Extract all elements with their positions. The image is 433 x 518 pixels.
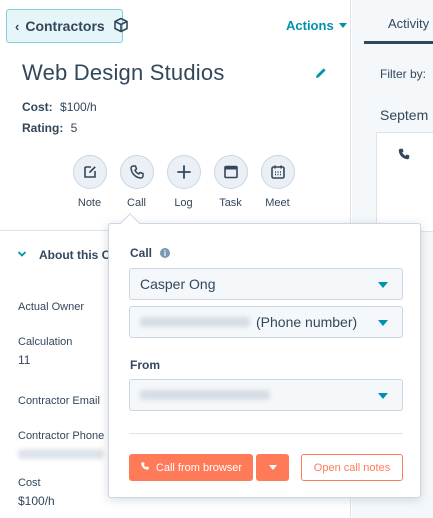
- call-popover: Call i Casper Ong (Phone number) From Ca…: [108, 223, 421, 498]
- from-label-text: From: [130, 358, 160, 372]
- pencil-edit-icon[interactable]: [315, 66, 327, 84]
- call-label: Call: [127, 197, 146, 209]
- field-label-contractor-email: Contractor Email: [18, 395, 100, 407]
- caret-down-icon: [378, 393, 388, 399]
- phone-icon: [397, 147, 411, 166]
- field-label-contractor-phone: Contractor Phone N: [18, 430, 116, 442]
- task-button[interactable]: Task: [207, 155, 254, 209]
- activity-buttons: Note Call Log Task Meet: [66, 155, 301, 209]
- rating-label: Rating:: [22, 121, 64, 135]
- record-title: Web Design Studios: [22, 60, 225, 85]
- phone-icon: [119, 155, 154, 189]
- field-value-cost: $100/h: [18, 494, 55, 508]
- redacted-from-number: [140, 390, 270, 400]
- note-icon: [72, 155, 107, 189]
- contact-select[interactable]: Casper Ong: [129, 268, 403, 300]
- activity-card[interactable]: [376, 132, 433, 232]
- call-from-browser-label: Call from browser: [155, 461, 243, 474]
- filter-label: Filter by:: [380, 67, 427, 81]
- field-label-calculation: Calculation: [18, 336, 73, 348]
- meet-label: Meet: [265, 197, 290, 209]
- chevron-left-icon: ‹: [15, 18, 20, 34]
- field-label-actual-owner: Actual Owner: [18, 301, 85, 313]
- meet-button[interactable]: Meet: [254, 155, 301, 209]
- phone-type-label: (Phone number): [256, 314, 358, 330]
- caret-down-icon: [378, 282, 388, 288]
- back-to-contractors-button[interactable]: ‹ Contractors: [6, 9, 128, 43]
- chevron-down-icon: [17, 249, 27, 261]
- contact-select-value: Casper Ong: [140, 276, 216, 292]
- month-heading: Septem: [380, 107, 429, 123]
- rating-value: 5: [70, 121, 78, 135]
- note-label: Note: [77, 197, 102, 209]
- from-number-select[interactable]: [129, 379, 403, 411]
- plus-icon: [166, 155, 201, 189]
- call-button[interactable]: Call: [113, 155, 160, 209]
- call-options-dropdown[interactable]: [256, 454, 289, 481]
- caret-down-icon: [378, 320, 388, 326]
- rating-property: Rating: 5: [22, 121, 77, 135]
- actions-dropdown[interactable]: Actions: [286, 18, 347, 33]
- back-button-label: Contractors: [25, 18, 105, 34]
- call-from-browser-button[interactable]: Call from browser: [129, 454, 253, 481]
- call-label-text: Call: [130, 246, 153, 260]
- popover-divider: [129, 433, 403, 434]
- cost-label: Cost:: [22, 100, 53, 114]
- call-section-label: Call i: [130, 246, 171, 260]
- phone-icon: [140, 461, 150, 474]
- log-button[interactable]: Log: [160, 155, 207, 209]
- caret-down-icon: [338, 23, 347, 28]
- calendar-icon: [260, 155, 295, 189]
- redacted-phone-number: [140, 317, 250, 327]
- actions-label: Actions: [286, 18, 334, 33]
- note-button[interactable]: Note: [66, 155, 113, 209]
- redacted-phone-value: [18, 449, 104, 459]
- about-section-toggle[interactable]: About this Co: [17, 248, 118, 262]
- phone-number-select[interactable]: (Phone number): [129, 306, 403, 338]
- caret-down-icon: [268, 465, 277, 470]
- about-heading: About this Co: [39, 248, 118, 262]
- task-icon: [213, 155, 248, 189]
- field-label-cost: Cost: [18, 477, 41, 489]
- tab-activity[interactable]: Activity: [364, 0, 433, 44]
- info-icon[interactable]: i: [160, 248, 171, 258]
- from-section-label: From: [130, 358, 160, 372]
- cost-property: Cost: $100/h: [22, 100, 97, 114]
- log-label: Log: [174, 197, 193, 209]
- cost-value: $100/h: [60, 100, 97, 114]
- open-call-notes-button[interactable]: Open call notes: [301, 454, 403, 481]
- task-label: Task: [219, 197, 242, 209]
- cube-icon: [113, 17, 129, 36]
- open-call-notes-label: Open call notes: [313, 461, 391, 474]
- field-value-calculation: 11: [18, 353, 31, 367]
